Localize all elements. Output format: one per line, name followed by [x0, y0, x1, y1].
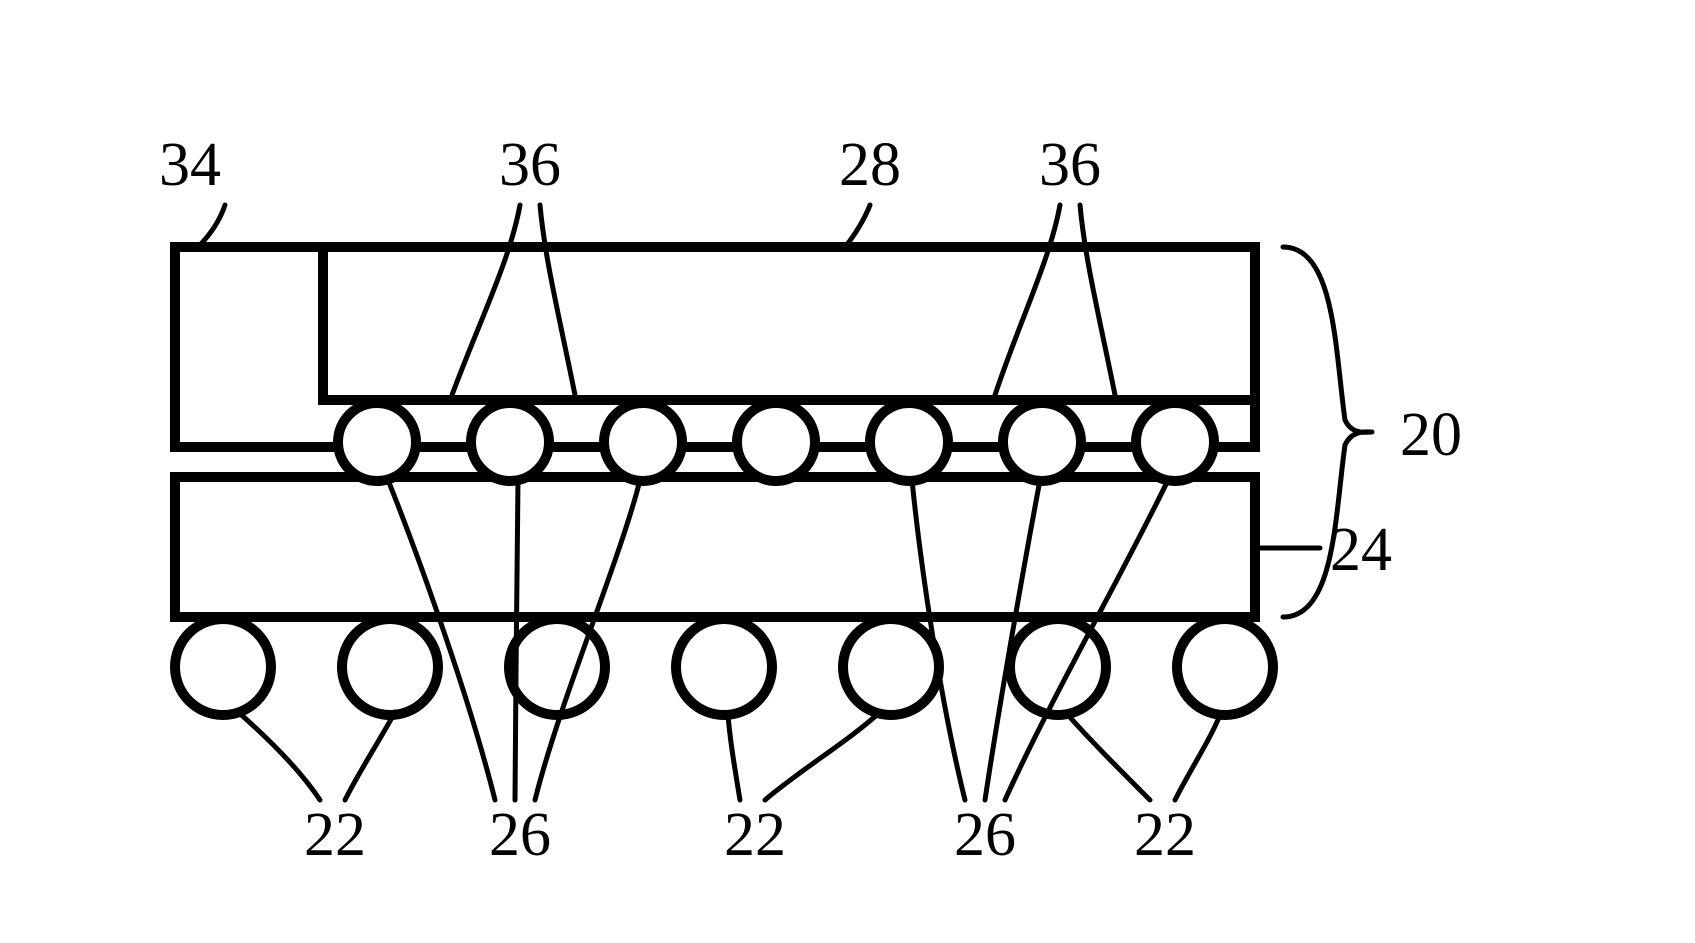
outer-balls-22 [175, 619, 1273, 715]
label-36-right: 36 [1039, 131, 1101, 199]
substrate-24 [175, 477, 1255, 617]
label-28: 28 [839, 131, 901, 199]
label-34: 34 [159, 131, 221, 199]
inner-bumps-26 [338, 403, 1214, 481]
label-26-right: 26 [954, 801, 1016, 869]
label-24: 24 [1330, 516, 1392, 584]
label-22-right: 22 [1134, 801, 1196, 869]
die-28 [323, 247, 1255, 400]
label-26-left: 26 [489, 801, 551, 869]
package-cross-section-diagram: 34 36 28 36 20 24 22 26 22 26 22 [0, 0, 1695, 943]
label-22-mid: 22 [724, 801, 786, 869]
label-20: 20 [1400, 401, 1462, 469]
label-22-left: 22 [304, 801, 366, 869]
label-36-left: 36 [499, 131, 561, 199]
